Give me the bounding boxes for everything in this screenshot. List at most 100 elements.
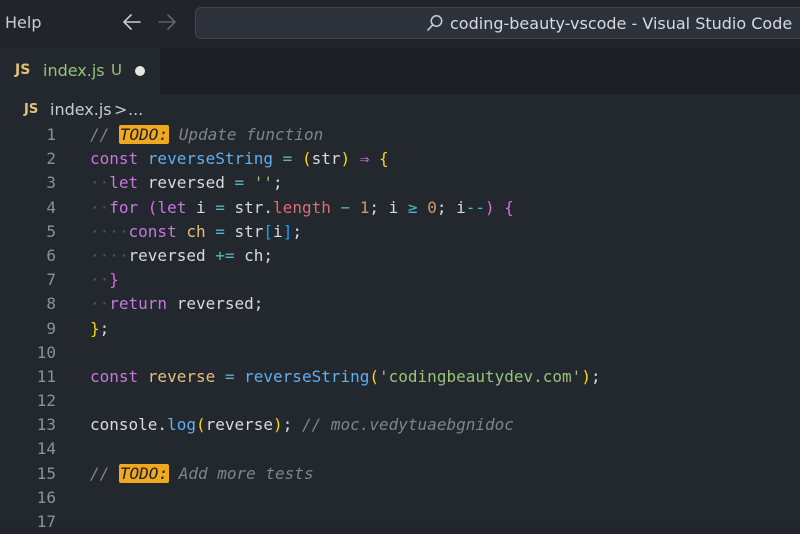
menu-help[interactable]: Help	[5, 13, 41, 32]
code-line[interactable]: 10	[0, 341, 800, 365]
breadcrumb-more[interactable]: ...	[128, 100, 143, 119]
code-line[interactable]: 6 ····reversed += ch;	[0, 244, 800, 268]
code-token: =	[224, 173, 254, 193]
command-center[interactable]: coding-beauty-vscode - Visual Studio Cod…	[195, 7, 800, 39]
unsaved-dot-icon[interactable]	[135, 66, 145, 76]
code-token: )	[340, 149, 351, 169]
code-line[interactable]: 2 const reverseString = (str) ⇒ {	[0, 147, 800, 171]
code-token: let	[109, 173, 148, 193]
code-line[interactable]: 3 ··let reversed = '';	[0, 171, 800, 195]
code-token: let	[157, 197, 196, 217]
title-bar: Help coding-beauty-vscode - Visual Studi…	[0, 0, 800, 48]
code-token: ··	[90, 197, 110, 217]
code-token: =	[205, 221, 235, 241]
line-number: 8	[46, 294, 56, 314]
code-token: reverseString	[244, 366, 370, 386]
code-text: // TODO: Add more tests	[90, 462, 314, 486]
line-number: 14	[36, 439, 56, 459]
tab-label: index.js	[43, 61, 105, 80]
code-token: )	[581, 366, 591, 386]
editor[interactable]: JS index.js > ... 1 // TODO: Update funct…	[0, 94, 800, 531]
code-token: reverse	[147, 366, 216, 386]
code-line[interactable]: 5 ····const ch = str[i];	[0, 220, 800, 244]
untracked-status: U	[111, 61, 122, 79]
code-text: ··let reversed = '';	[90, 171, 283, 195]
code-token: str	[234, 221, 264, 241]
line-number: 9	[46, 318, 56, 338]
code-token: {	[379, 149, 389, 169]
code-line[interactable]: 15 // TODO: Add more tests	[0, 462, 800, 486]
line-number: 13	[36, 415, 56, 435]
line-number: 2	[46, 149, 56, 169]
code-token: =	[205, 197, 235, 217]
code-area[interactable]: 1 // TODO: Update function 2 const reverseS…	[0, 123, 800, 534]
code-line[interactable]: 4 ··for (let i = str.length − 1; i ≥ 0; i…	[0, 196, 800, 220]
js-file-icon: JS	[24, 102, 39, 117]
code-text: };	[90, 317, 109, 341]
code-token: const	[90, 366, 148, 386]
arrow-right-icon[interactable]	[155, 10, 179, 34]
code-token: ;	[590, 366, 601, 386]
code-token: (	[301, 149, 312, 169]
code-token: =	[273, 149, 302, 169]
code-token: str.	[234, 197, 274, 217]
code-text: ····const ch = str[i];	[90, 220, 302, 244]
code-token: str	[311, 149, 341, 169]
code-token: }	[90, 318, 100, 338]
code-token: reverse	[205, 415, 274, 435]
code-token: +=	[205, 245, 245, 265]
code-token: reverseString	[147, 149, 274, 169]
arrow-left-icon[interactable]	[120, 10, 144, 34]
code-token: ;	[292, 221, 302, 241]
code-token: −	[330, 197, 360, 217]
code-line[interactable]: 13 console.log(reverse); // moc.vedytuaeb…	[0, 413, 800, 437]
code-token: ····	[90, 245, 129, 265]
code-line[interactable]: 1 // TODO: Update function	[0, 123, 800, 147]
code-token: ]	[282, 221, 293, 241]
code-token: return	[109, 294, 177, 314]
code-text: // TODO: Update function	[90, 123, 323, 147]
code-token: (	[369, 366, 380, 386]
code-token: const	[90, 149, 148, 169]
line-number: 17	[36, 512, 56, 531]
code-token: ; i	[436, 197, 466, 217]
code-line[interactable]: 9};	[0, 317, 800, 341]
code-token: ''	[253, 173, 274, 193]
tab-index-js[interactable]: JS index.js U	[0, 48, 160, 94]
line-number: 7	[46, 270, 56, 290]
code-token: length	[273, 197, 331, 217]
code-token: (	[147, 197, 158, 217]
line-number: 10	[36, 342, 56, 362]
code-line[interactable]: 14	[0, 437, 800, 461]
code-line[interactable]: 16	[0, 486, 800, 510]
code-token: ··	[90, 294, 110, 314]
js-file-icon: JS	[15, 62, 31, 78]
code-token: reversed	[147, 173, 225, 193]
code-token: i	[195, 197, 206, 217]
search-icon	[427, 15, 443, 31]
code-line[interactable]: 8 ··return reversed;	[0, 292, 800, 316]
code-line[interactable]: 17	[0, 510, 800, 534]
code-line[interactable]: 12	[0, 389, 800, 413]
code-token: // moc.vedytuaebgnidoc	[301, 415, 514, 435]
code-token: ;	[99, 318, 110, 338]
code-token: console.	[90, 415, 168, 435]
code-text: ··for (let i = str.length − 1; i ≥ 0; i-…	[90, 196, 514, 220]
line-number: 3	[46, 173, 56, 193]
code-token: ··	[90, 173, 110, 193]
breadcrumb: JS index.js > ...	[0, 94, 800, 124]
todo-highlight: TODO:	[118, 463, 170, 483]
line-number: 4	[46, 197, 56, 217]
code-token: ;	[282, 415, 302, 435]
code-token: reversed;	[176, 294, 264, 314]
tab-bar: JS index.js U	[0, 48, 800, 94]
code-token: ⇒	[350, 149, 380, 169]
code-line[interactable]: 11 const reverse = reverseString('codingb…	[0, 365, 800, 389]
code-token: {	[504, 197, 514, 217]
line-number: 12	[36, 391, 56, 411]
code-line[interactable]: 7 ··}	[0, 268, 800, 292]
code-text: const reverse = reverseString('codingbea…	[90, 365, 601, 389]
breadcrumb-file[interactable]: index.js	[50, 100, 112, 119]
window-title: coding-beauty-vscode - Visual Studio Cod…	[450, 14, 793, 33]
